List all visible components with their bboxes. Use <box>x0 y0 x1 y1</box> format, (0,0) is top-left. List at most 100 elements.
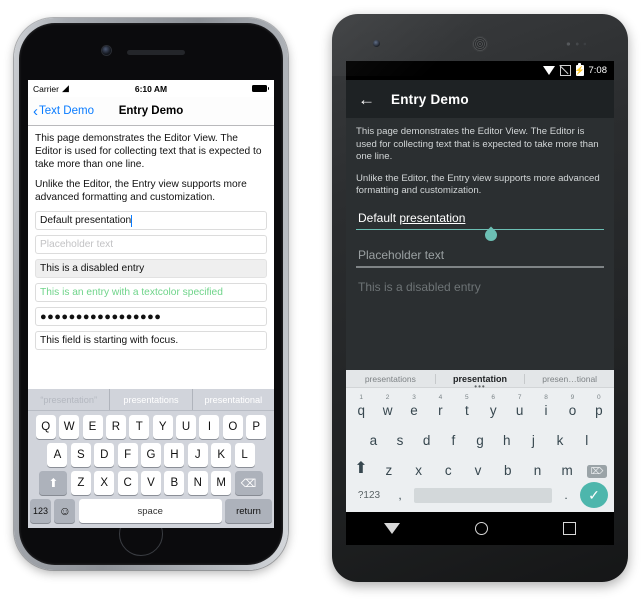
key-b[interactable]: B <box>164 471 185 495</box>
key-i[interactable]: 8i <box>533 394 559 418</box>
suggestion-0[interactable]: “presentation” <box>28 389 111 410</box>
key-n[interactable]: n <box>523 463 553 478</box>
nav-home-circle-icon[interactable] <box>474 522 488 535</box>
suggestion-0[interactable]: presentations <box>346 374 435 384</box>
ios-key-row-2: A S D F G H J K L <box>28 439 274 467</box>
delete-key[interactable]: ⌦ <box>582 465 612 478</box>
more-suggestions-icon[interactable]: ••• <box>474 383 485 391</box>
ios-status-bar: Carrier ◢ 6:10 AM <box>28 80 274 97</box>
key-d[interactable]: D <box>94 443 115 467</box>
key-x[interactable]: X <box>94 471 115 495</box>
return-key[interactable]: return <box>225 499 272 523</box>
description-paragraph-2: Unlike the Editor, the Entry view suppor… <box>35 179 247 203</box>
key-hint: 2 <box>385 394 390 401</box>
key-b[interactable]: b <box>493 463 523 478</box>
period-key[interactable]: . <box>556 488 576 502</box>
key-u[interactable]: U <box>176 415 197 439</box>
key-c[interactable]: c <box>433 463 463 478</box>
key-r[interactable]: 4r <box>427 394 453 418</box>
key-h[interactable]: H <box>164 443 185 467</box>
space-key[interactable] <box>414 487 552 503</box>
ios-key-row-4: 123 ☺ space return <box>28 495 274 528</box>
key-j[interactable]: J <box>187 443 208 467</box>
key-t[interactable]: T <box>129 415 150 439</box>
entry-default-presentation[interactable]: Default presentation <box>356 207 604 244</box>
key-n[interactable]: N <box>187 471 208 495</box>
shift-key[interactable]: ⬆ <box>348 458 374 478</box>
key-w[interactable]: 2w <box>374 394 400 418</box>
back-arrow-icon[interactable]: ← <box>358 91 375 108</box>
key-m[interactable]: M <box>211 471 232 495</box>
key-w[interactable]: W <box>59 415 80 439</box>
wifi-icon <box>542 66 555 75</box>
nav-back-triangle-icon[interactable] <box>383 523 400 534</box>
entry-placeholder[interactable]: Placeholder text <box>356 244 604 268</box>
key-g[interactable]: G <box>141 443 161 467</box>
key-o[interactable]: 9o <box>559 394 585 418</box>
key-hint: 3 <box>412 394 416 401</box>
key-hint: 5 <box>465 394 469 401</box>
suggestion-1[interactable]: presentations <box>110 389 193 410</box>
key-k[interactable]: k <box>547 433 574 448</box>
delete-key[interactable]: ⌫ <box>234 471 263 495</box>
ios-key-row-3: ⬆ Z X C V B N M ⌫ <box>28 467 274 495</box>
key-o[interactable]: O <box>222 415 243 439</box>
key-r[interactable]: R <box>105 415 126 439</box>
key-p[interactable]: 0p <box>586 394 612 418</box>
enter-key[interactable]: ✓ <box>580 482 608 508</box>
entry-value: This is a disabled entry <box>40 263 145 274</box>
key-z[interactable]: z <box>374 463 404 478</box>
emoji-icon[interactable]: ☺ <box>54 499 76 523</box>
key-y[interactable]: 6y <box>480 394 506 418</box>
key-e[interactable]: 3e <box>401 394 427 418</box>
entry-value: This field is starting with focus. <box>40 335 179 346</box>
key-j[interactable]: j <box>520 433 547 448</box>
key-v[interactable]: v <box>463 463 493 478</box>
key-s[interactable]: s <box>387 433 414 448</box>
key-g[interactable]: g <box>467 433 494 448</box>
key-k[interactable]: K <box>211 443 232 467</box>
nav-recents-square-icon[interactable] <box>563 522 577 535</box>
space-key[interactable]: space <box>78 499 222 523</box>
suggestion-2[interactable]: presen…tional <box>525 374 614 384</box>
key-i[interactable]: I <box>199 415 220 439</box>
key-a[interactable]: a <box>360 433 387 448</box>
entry-default-presentation[interactable]: Default presentation <box>35 211 267 230</box>
key-a[interactable]: A <box>47 443 68 467</box>
entry-focus[interactable]: This field is starting with focus. <box>35 331 267 350</box>
backspace-icon: ⌫ <box>240 477 257 490</box>
key-p[interactable]: P <box>246 415 267 439</box>
key-l[interactable]: L <box>234 443 255 467</box>
key-q[interactable]: Q <box>35 415 56 439</box>
android-suggestion-bar: presentations presentation presen…tional… <box>346 370 614 391</box>
entry-disabled: This is a disabled entry <box>35 259 267 278</box>
key-z[interactable]: Z <box>70 471 91 495</box>
numbers-key[interactable]: 123 <box>30 499 51 523</box>
suggestion-2[interactable]: presentational <box>193 389 274 410</box>
comma-key[interactable]: , <box>390 488 410 502</box>
key-d[interactable]: d <box>413 433 440 448</box>
key-s[interactable]: S <box>70 443 91 467</box>
key-y[interactable]: Y <box>152 415 173 439</box>
key-l[interactable]: l <box>573 433 600 448</box>
key-e[interactable]: E <box>82 415 103 439</box>
android-key-row-4: ?123 , . ✓ <box>346 478 614 512</box>
shift-key[interactable]: ⬆ <box>39 471 68 495</box>
key-c[interactable]: C <box>117 471 138 495</box>
key-v[interactable]: V <box>141 471 161 495</box>
key-u[interactable]: 7u <box>506 394 532 418</box>
entry-password[interactable]: ●●●●●●●●●●●●●●●●● <box>35 307 267 326</box>
entry-textcolor[interactable]: This is an entry with a textcolor specif… <box>35 283 267 302</box>
key-m[interactable]: m <box>552 463 582 478</box>
key-f[interactable]: F <box>117 443 138 467</box>
ios-clock: 6:10 AM <box>134 83 168 94</box>
key-q[interactable]: 1q <box>348 394 374 418</box>
key-label: i <box>544 403 548 418</box>
key-x[interactable]: x <box>404 463 434 478</box>
key-h[interactable]: h <box>493 433 520 448</box>
key-t[interactable]: 5t <box>454 394 480 418</box>
symbols-key[interactable]: ?123 <box>352 490 386 501</box>
description-paragraph-2: Unlike the Editor, the Entry view suppor… <box>356 172 600 197</box>
key-f[interactable]: f <box>440 433 467 448</box>
entry-placeholder[interactable]: Placeholder text <box>35 235 267 254</box>
